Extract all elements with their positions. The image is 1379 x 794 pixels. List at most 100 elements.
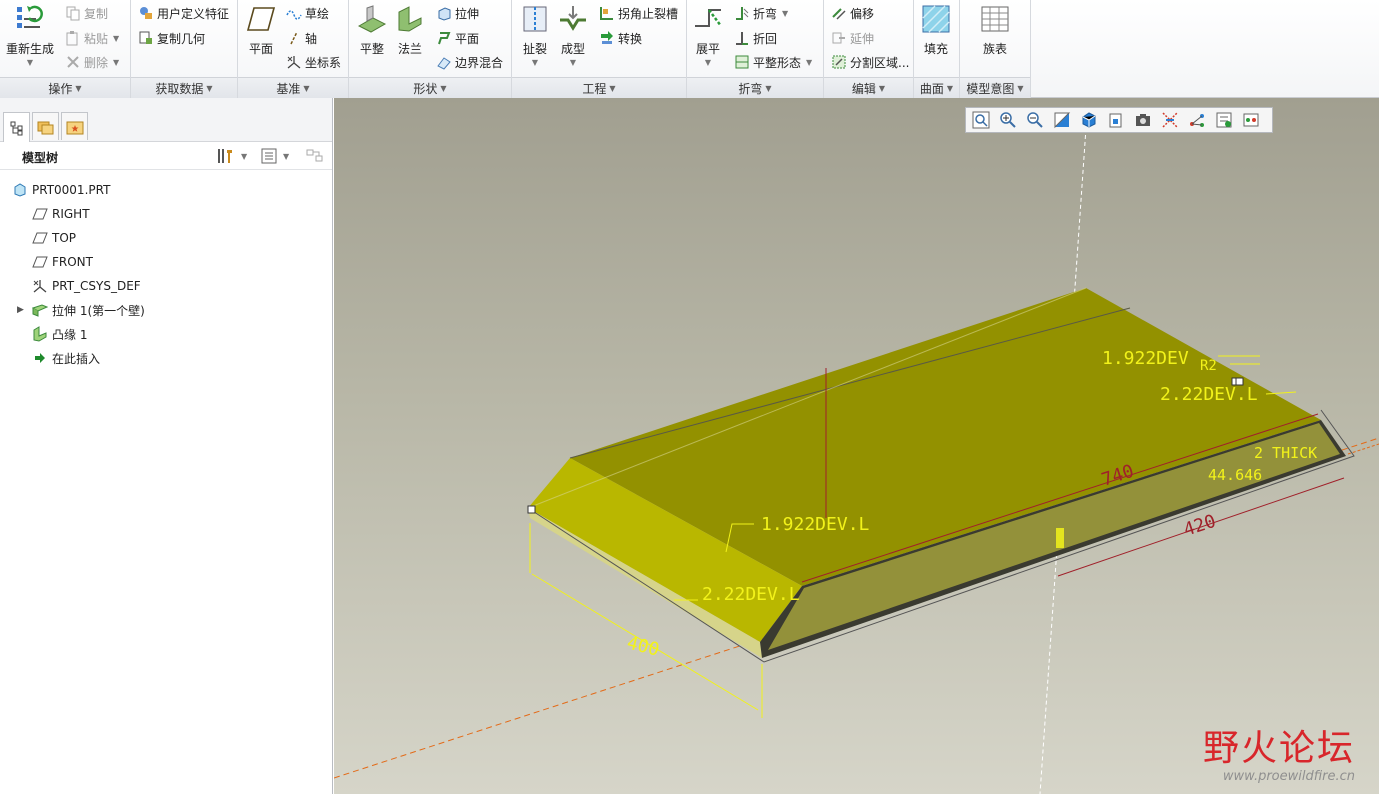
favorites-folder-icon (66, 121, 83, 134)
group-get-data: 用户定义特征 复制几何 获取数据 ▼ (131, 0, 238, 98)
offset-label: 偏移 (850, 6, 875, 21)
bend-button[interactable]: 折弯 ▼ (733, 2, 788, 24)
perspective-button[interactable] (1159, 109, 1181, 131)
regenerate-dropdown-icon[interactable]: ▼ (27, 58, 33, 67)
rip-dropdown-icon[interactable]: ▼ (532, 58, 538, 67)
csys-button[interactable]: 坐标系 (285, 51, 341, 73)
datum-csys-marker (1056, 528, 1064, 548)
flat-button[interactable]: 平面 (435, 27, 479, 49)
flatten-state-icon (733, 53, 751, 71)
extend-icon (830, 29, 848, 47)
saved-views-button[interactable] (1105, 109, 1127, 131)
repaint-button[interactable] (1051, 109, 1073, 131)
tab-model-tree[interactable] (3, 112, 30, 142)
corner-relief-button[interactable]: 拐角止裂槽 (598, 2, 678, 24)
zoom-in-icon (1000, 112, 1016, 128)
repaint-icon (1054, 112, 1071, 129)
dimension-r2-text: R2 (1200, 358, 1217, 374)
extrude-button[interactable]: 拉伸 (435, 2, 479, 24)
tab-folder-browser[interactable] (32, 112, 59, 140)
tab-favorites[interactable] (61, 112, 88, 140)
sketch-icon (285, 4, 303, 22)
chevron-down-icon: ▼ (303, 83, 310, 93)
tree-item-front[interactable]: FRONT (31, 251, 93, 273)
split-area-icon (830, 53, 848, 71)
regenerate-button[interactable]: 重新生成 ▼ (6, 4, 54, 67)
display-style-button[interactable] (1078, 109, 1100, 131)
group-engineering-label[interactable]: 工程 ▼ (512, 77, 686, 98)
group-datum-label[interactable]: 基准 ▼ (238, 77, 348, 98)
copy-geometry-button[interactable]: 复制几何 (137, 27, 205, 49)
group-bends-text: 折弯 (738, 81, 763, 96)
group-model-intent-label[interactable]: 模型意图 ▼ (960, 77, 1030, 98)
group-surfaces-label[interactable]: 曲面 ▼ (914, 77, 959, 98)
tree-item-csys[interactable]: PRT_CSYS_DEF (31, 275, 141, 297)
delete-dropdown-icon[interactable]: ▼ (113, 58, 119, 67)
extrude-icon (435, 4, 453, 22)
zoom-in-button[interactable] (997, 109, 1019, 131)
zoom-out-button[interactable] (1024, 109, 1046, 131)
form-dropdown-icon[interactable]: ▼ (570, 58, 576, 67)
tree-item-top[interactable]: TOP (31, 227, 76, 249)
tree-item-flange[interactable]: 凸缘 1 (31, 323, 87, 345)
tree-settings-button[interactable]: ▼ (216, 147, 247, 165)
delete-x-icon (64, 53, 82, 71)
udf-button[interactable]: 用户定义特征 (137, 2, 229, 24)
family-table-button[interactable]: 族表 (980, 4, 1010, 57)
boundary-blend-label: 边界混合 (455, 55, 504, 70)
group-shapes-label[interactable]: 形状 ▼ (349, 77, 511, 98)
group-get-data-label[interactable]: 获取数据 ▼ (131, 77, 237, 98)
sketch-button[interactable]: 草绘 (285, 2, 329, 24)
view-manager-button[interactable] (1132, 109, 1154, 131)
tree-filter-button[interactable] (305, 147, 325, 165)
axis-button[interactable]: 轴 (285, 27, 317, 49)
flange-button[interactable]: 法兰 (395, 4, 425, 57)
group-editing-label[interactable]: 编辑 ▼ (824, 77, 913, 98)
paste-dropdown-icon[interactable]: ▼ (113, 34, 119, 43)
offset-button[interactable]: 偏移 (830, 2, 874, 24)
expand-arrow-icon[interactable]: ▶ (17, 305, 24, 315)
model-scene[interactable]: 740 420 400 1.922DEV.L 2.22DEV.L 1.922DE (334, 98, 1379, 794)
group-editing: 偏移 延伸 分割区域... 编辑 ▼ (824, 0, 914, 98)
point-display-button[interactable] (1213, 109, 1235, 131)
graphics-window[interactable]: 740 420 400 1.922DEV.L 2.22DEV.L 1.922DE (334, 98, 1379, 794)
split-area-button[interactable]: 分割区域... (830, 51, 909, 73)
tree-item-right[interactable]: RIGHT (31, 203, 90, 225)
bend-back-button[interactable]: 折回 (733, 27, 777, 49)
unbend-button[interactable]: 展平 ▼ (693, 4, 723, 67)
tree-show-button[interactable]: ▼ (260, 147, 289, 165)
show-list-icon (261, 148, 277, 164)
annotation-display-button[interactable] (1240, 109, 1262, 131)
delete-label: 删除 (84, 55, 109, 70)
boundary-blend-button[interactable]: 边界混合 (435, 51, 503, 73)
tree-item-part[interactable]: PRT0001.PRT (11, 179, 110, 201)
bend-dropdown-icon[interactable]: ▼ (782, 9, 788, 18)
extend-button[interactable]: 延伸 (830, 27, 874, 49)
convert-button[interactable]: 转换 (598, 27, 642, 49)
datum-plane-button[interactable]: 平面 (246, 4, 276, 57)
axis-label: 轴 (305, 31, 318, 46)
rip-button[interactable]: 扯裂 ▼ (520, 4, 550, 67)
fill-button[interactable]: 填充 (921, 4, 951, 57)
form-button[interactable]: 成型 ▼ (558, 4, 588, 67)
vertex-handle[interactable] (527, 505, 536, 514)
unbend-dropdown-icon[interactable]: ▼ (705, 58, 711, 67)
refit-button[interactable] (970, 109, 992, 131)
paste-button[interactable]: 粘贴 ▼ (64, 27, 119, 49)
group-editing-text: 编辑 (851, 81, 876, 96)
group-bends-label[interactable]: 折弯 ▼ (687, 77, 823, 98)
copy-button[interactable]: 复制 (64, 2, 108, 24)
copy-geometry-label: 复制几何 (157, 31, 206, 46)
flat-label: 平面 (455, 31, 480, 46)
vertex-handle[interactable] (1235, 377, 1244, 386)
flatten-state-dropdown-icon[interactable]: ▼ (806, 58, 812, 67)
datum-plane-icon (31, 206, 49, 222)
chevron-down-icon: ▼ (609, 83, 616, 93)
flatten-state-button[interactable]: 平整形态 ▼ (733, 51, 812, 73)
planar-button[interactable]: 平整 (357, 4, 387, 57)
tree-item-extrude[interactable]: 拉伸 1(第一个壁) (31, 299, 145, 321)
group-operations-label[interactable]: 操作 ▼ (0, 77, 130, 98)
axis-display-button[interactable] (1186, 109, 1208, 131)
delete-button[interactable]: 删除 ▼ (64, 51, 119, 73)
tree-item-insert-here[interactable]: 在此插入 (31, 347, 100, 369)
